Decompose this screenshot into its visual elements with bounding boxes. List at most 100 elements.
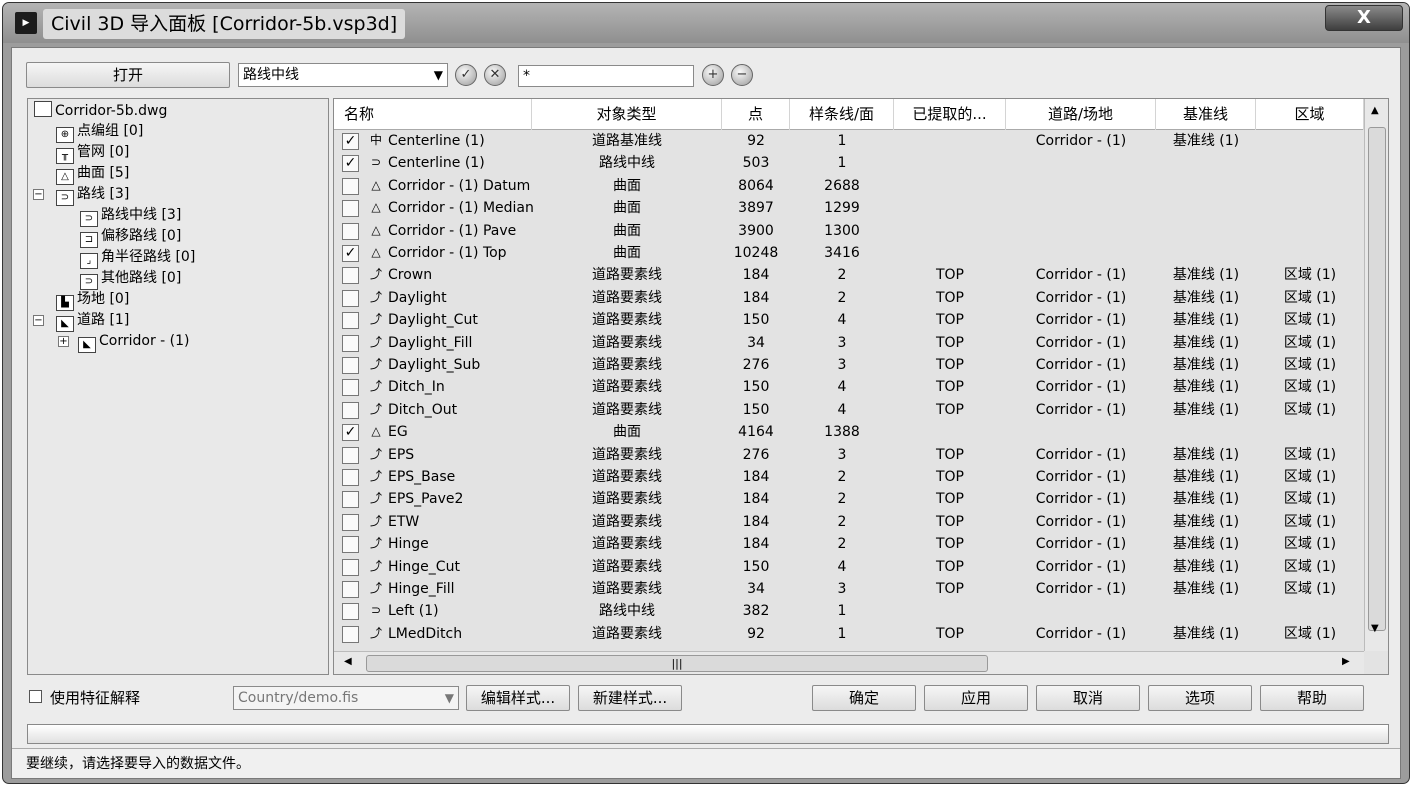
row-checkbox[interactable] [342, 312, 359, 330]
object-grid[interactable]: 名称 对象类型 点 样条线/面 已提取的... 道路/场地 基准线 区域 ✓ 中 C… [333, 98, 1389, 675]
vertical-scrollbar[interactable]: ▲ ▼ [1364, 99, 1388, 651]
table-row[interactable]: ✓ 中 Centerline (1) 道路基准线 92 1 Corridor - (1) 基准… [334, 130, 1364, 152]
tree-item-point-groups[interactable]: ⊕ 点编组 [0] [56, 122, 143, 143]
row-checkbox[interactable] [342, 379, 359, 397]
cell-corridor: Corridor - (1) [1035, 357, 1127, 373]
table-row[interactable]: ⤴ EPS 道路要素线 276 3 TOP Corridor - (1) 基准线 (1) 区域 … [334, 444, 1364, 466]
table-row[interactable]: ⤴ Daylight_Fill 道路要素线 34 3 TOP Corridor - (1) 基… [334, 332, 1364, 354]
horizontal-scrollbar[interactable]: ◀ ||| ▶ [334, 651, 1364, 674]
row-checkbox[interactable] [342, 581, 359, 598]
row-checkbox[interactable]: ✓ [342, 424, 359, 442]
scroll-up-icon[interactable]: ▲ [1371, 105, 1379, 116]
row-checkbox[interactable] [342, 625, 359, 643]
row-checkbox[interactable]: ✓ [342, 155, 359, 173]
table-row[interactable]: ⤴ Ditch_Out 道路要素线 150 4 TOP Corridor - (1) 基准线 … [334, 399, 1364, 421]
name-filter-input[interactable]: * [518, 65, 694, 87]
tree-item-alignments[interactable]: ⊃ 路线 [3] [56, 185, 129, 206]
row-checkbox[interactable] [342, 513, 359, 531]
add-icon[interactable]: + [702, 64, 724, 86]
scroll-right-icon[interactable]: ▶ [1342, 656, 1350, 667]
column-header-corridor[interactable]: 道路/场地 [1006, 99, 1156, 130]
column-header-baseline[interactable]: 基准线 [1156, 99, 1256, 130]
row-checkbox[interactable] [342, 401, 359, 419]
tree-item-other-alignments[interactable]: ⊃ 其他路线 [0] [80, 269, 181, 290]
table-row[interactable]: ⤴ LMedDitch 道路要素线 92 1 TOP Corridor - (1) 基准线 (… [334, 623, 1364, 645]
row-checkbox[interactable] [342, 603, 359, 621]
apply-button[interactable]: 应用 [924, 685, 1028, 711]
column-header-region[interactable]: 区域 [1256, 99, 1364, 130]
object-type-select[interactable]: 路线中线 ▼ [238, 63, 448, 87]
tree-item-corridors[interactable]: ◣ 道路 [1] [56, 311, 129, 332]
table-row[interactable]: ⤴ Crown 道路要素线 184 2 TOP Corridor - (1) 基准线 (1) 区… [334, 264, 1364, 286]
table-row[interactable]: ⤴ Ditch_In 道路要素线 150 4 TOP Corridor - (1) 基准线 (… [334, 376, 1364, 398]
row-checkbox[interactable] [342, 289, 359, 307]
column-header-extracted[interactable]: 已提取的... [894, 99, 1006, 130]
cell-points: 503 [742, 155, 770, 172]
tree-item-centerline-alignments[interactable]: ⊃ 路线中线 [3] [80, 206, 181, 227]
scroll-down-icon[interactable]: ▼ [1371, 623, 1379, 634]
row-checkbox[interactable] [342, 177, 359, 195]
table-row[interactable]: ✓ ⊃ Centerline (1) 路线中线 503 1 [334, 152, 1364, 174]
tree-item-sites[interactable]: ▙ 场地 [0] [56, 290, 129, 311]
edit-style-button[interactable]: 编辑样式... [466, 685, 570, 711]
tree-item-surfaces[interactable]: △ 曲面 [5] [56, 164, 129, 185]
table-row[interactable]: ⤴ ETW 道路要素线 184 2 TOP Corridor - (1) 基准线 (1) 区域 … [334, 511, 1364, 533]
table-row[interactable]: ⤴ Hinge_Fill 道路要素线 34 3 TOP Corridor - (1) 基准线 … [334, 578, 1364, 600]
row-checkbox[interactable] [342, 357, 359, 374]
cell-region [1256, 220, 1364, 242]
options-button[interactable]: 选项 [1148, 685, 1252, 711]
check-all-icon[interactable]: ✓ [455, 64, 477, 86]
row-checkbox[interactable] [342, 491, 359, 509]
tree-root[interactable]: Corridor-5b.dwg [34, 101, 167, 120]
table-row[interactable]: ⤴ Daylight_Cut 道路要素线 150 4 TOP Corridor - (1) 基… [334, 309, 1364, 331]
close-button[interactable]: X [1325, 5, 1403, 31]
tree-item-pipe-networks[interactable]: ╥ 管网 [0] [56, 143, 129, 164]
scroll-left-icon[interactable]: ◀ [344, 656, 352, 667]
horizontal-scroll-thumb[interactable]: ||| [366, 655, 988, 672]
column-header-type[interactable]: 对象类型 [532, 99, 722, 130]
tree-item-curb-return-alignments[interactable]: ⌟ 角半径路线 [0] [80, 248, 195, 269]
column-header-splines[interactable]: 样条线/面 [790, 99, 894, 130]
table-row[interactable]: ⤴ Daylight_Sub 道路要素线 276 3 TOP Corridor - (1) 基… [334, 354, 1364, 376]
row-checkbox[interactable] [342, 536, 359, 554]
row-checkbox[interactable] [342, 558, 359, 576]
feature-interpret-checkbox[interactable] [29, 690, 42, 703]
table-row[interactable]: ⤴ Hinge_Cut 道路要素线 150 4 TOP Corridor - (1) 基准线 … [334, 556, 1364, 578]
tree-item-corridor-1[interactable]: ◣ Corridor - (1) [78, 332, 190, 353]
table-row[interactable]: ⤴ Daylight 道路要素线 184 2 TOP Corridor - (1) 基准线 (… [334, 287, 1364, 309]
ok-button[interactable]: 确定 [812, 685, 916, 711]
uncheck-all-icon[interactable]: ✕ [484, 64, 506, 86]
row-checkbox[interactable] [342, 222, 359, 240]
help-button[interactable]: 帮助 [1260, 685, 1364, 711]
column-header-name[interactable]: 名称 [334, 99, 532, 130]
object-tree[interactable]: Corridor-5b.dwg ⊕ 点编组 [0] ╥ 管网 [0] △ 曲面 [5]… [27, 98, 329, 675]
row-checkbox[interactable] [342, 334, 359, 352]
table-row[interactable]: △ Corridor - (1) Pave 曲面 3900 1300 [334, 220, 1364, 242]
row-checkbox[interactable]: ✓ [342, 245, 359, 262]
style-file-select[interactable]: Country/demo.fis ▼ [233, 686, 459, 710]
row-checkbox[interactable] [342, 200, 359, 218]
row-checkbox[interactable] [342, 446, 359, 464]
collapse-toggle-corridors[interactable]: − [33, 315, 44, 326]
table-row[interactable]: ✓ △ EG 曲面 4164 1388 [334, 421, 1364, 443]
open-button[interactable]: 打开 [26, 62, 230, 88]
table-row[interactable]: ⤴ EPS_Base 道路要素线 184 2 TOP Corridor - (1) 基准线 (… [334, 466, 1364, 488]
table-row[interactable]: △ Corridor - (1) Datum 曲面 8064 2688 [334, 175, 1364, 197]
collapse-toggle-alignments[interactable]: − [33, 189, 44, 200]
expand-toggle-corridor[interactable]: + [58, 336, 69, 347]
table-row[interactable]: ✓ △ Corridor - (1) Top 曲面 10248 3416 [334, 242, 1364, 264]
remove-icon[interactable]: − [731, 64, 753, 86]
row-checkbox[interactable]: ✓ [342, 133, 359, 150]
table-row[interactable]: ⊃ Left (1) 路线中线 382 1 [334, 600, 1364, 622]
vertical-scroll-thumb[interactable] [1368, 127, 1386, 631]
row-checkbox[interactable] [342, 267, 359, 285]
new-style-button[interactable]: 新建样式... [578, 685, 682, 711]
row-checkbox[interactable] [342, 469, 359, 486]
table-row[interactable]: ⤴ EPS_Pave2 道路要素线 184 2 TOP Corridor - (1) 基准线 … [334, 488, 1364, 510]
surface-icon: △ [371, 222, 381, 237]
table-row[interactable]: ⤴ Hinge 道路要素线 184 2 TOP Corridor - (1) 基准线 (1) 区… [334, 533, 1364, 555]
table-row[interactable]: △ Corridor - (1) Median 曲面 3897 1299 [334, 197, 1364, 219]
column-header-points[interactable]: 点 [722, 99, 790, 130]
cancel-button[interactable]: 取消 [1036, 685, 1140, 711]
tree-item-offset-alignments[interactable]: ⊐ 偏移路线 [0] [80, 227, 181, 248]
